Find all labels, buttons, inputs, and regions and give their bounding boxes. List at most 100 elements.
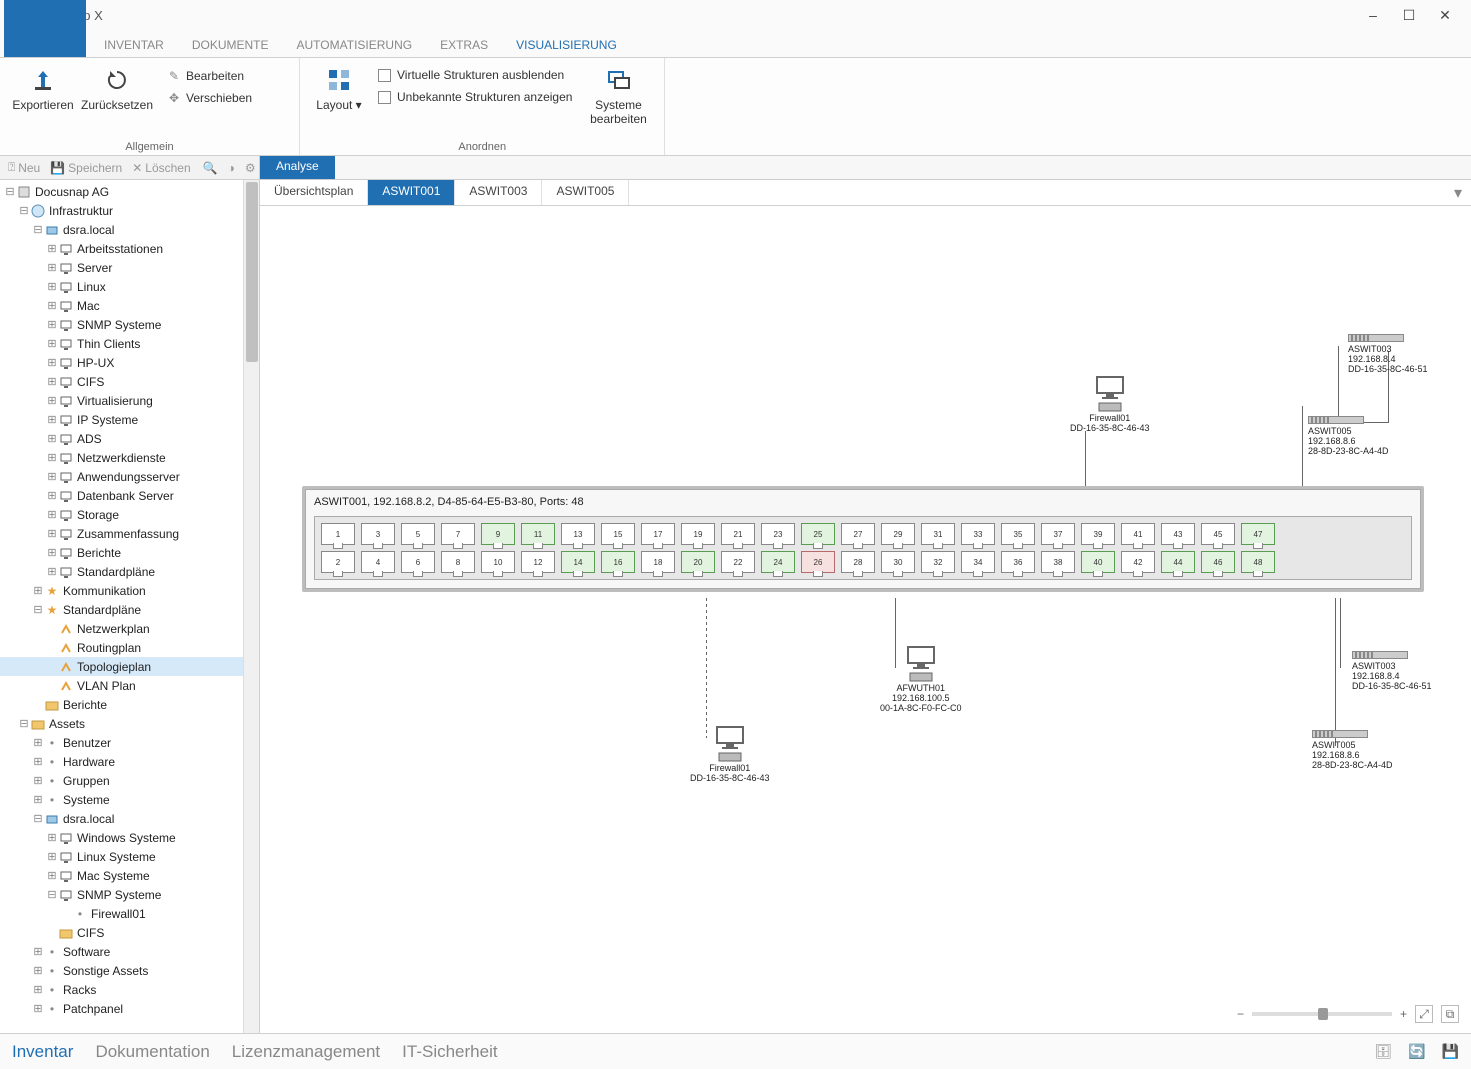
switch-port[interactable]: 41 [1121,523,1155,545]
tree-node[interactable]: ⊞Linux [0,277,259,296]
zoom-actual-button[interactable]: ⧉ [1441,1005,1459,1023]
switch-port[interactable]: 29 [881,523,915,545]
ribbon-tab-automat[interactable]: AUTOMATISIERUNG [283,33,427,57]
tab-analyse[interactable]: Analyse [260,156,335,179]
device-firewall-bottom[interactable]: Firewall01 DD-16-35-8C-46-43 [690,726,770,783]
tree-twist-icon[interactable]: ⊟ [4,185,16,198]
tree-twist-icon[interactable]: ⊞ [46,356,58,369]
switch-port[interactable]: 6 [401,551,435,573]
tree-node[interactable]: ⊟Docusnap AG [0,182,259,201]
switch-port[interactable]: 23 [761,523,795,545]
tree-node[interactable]: ⊟★Standardpläne [0,600,259,619]
switch-port[interactable]: 34 [961,551,995,573]
switch-port[interactable]: 5 [401,523,435,545]
tray-save-icon[interactable]: 💾 [1442,1043,1459,1060]
ribbon-tab-inventar[interactable]: INVENTAR [90,33,178,57]
tree-twist-icon[interactable]: ⊞ [46,850,58,863]
switch-port[interactable]: 3 [361,523,395,545]
tree-node[interactable]: ⊞ADS [0,429,259,448]
tree-node[interactable]: ⊞•Hardware [0,752,259,771]
tree-node[interactable]: ⊞Mac Systeme [0,866,259,885]
switch-port[interactable]: 17 [641,523,675,545]
switch-port[interactable]: 10 [481,551,515,573]
tree-node[interactable]: ⊞•Software [0,942,259,961]
tree-node[interactable]: ⊞IP Systeme [0,410,259,429]
tree-node[interactable]: ⊞Windows Systeme [0,828,259,847]
switch-port[interactable]: 22 [721,551,755,573]
tree-node[interactable]: ⊞Thin Clients [0,334,259,353]
window-maximize-button[interactable]: ☐ [1391,1,1427,29]
switch-port[interactable]: 48 [1241,551,1275,573]
switch-port[interactable]: 33 [961,523,995,545]
tree-node[interactable]: ⊞Server [0,258,259,277]
switch-port[interactable]: 47 [1241,523,1275,545]
switch-port[interactable]: 45 [1201,523,1235,545]
switch-port[interactable]: 42 [1121,551,1155,573]
device-aswit005-bottom[interactable]: ASWIT005 192.168.8.6 28-8D-23-8C-A4-4D [1312,730,1393,770]
switch-port[interactable]: 43 [1161,523,1195,545]
switch-port[interactable]: 37 [1041,523,1075,545]
device-afwuth01[interactable]: AFWUTH01 192.168.100.5 00-1A-8C-F0-FC-C0 [880,646,962,713]
window-minimize-button[interactable]: – [1355,1,1391,29]
tab-aswit003[interactable]: ASWIT003 [455,180,542,205]
tree-node[interactable]: ⊞Mac [0,296,259,315]
tray-db-icon[interactable]: 🗄 [1374,1043,1392,1060]
diagram-canvas[interactable]: Firewall01 DD-16-35-8C-46-43 ASWIT003 19… [260,206,1471,1033]
tree-node[interactable]: ⊞Datenbank Server [0,486,259,505]
tree-twist-icon[interactable]: ⊞ [46,869,58,882]
zoom-knob[interactable] [1318,1008,1328,1020]
switch-port[interactable]: 28 [841,551,875,573]
tree-twist-icon[interactable]: ⊞ [46,375,58,388]
tree-node[interactable]: ⊞•Gruppen [0,771,259,790]
switch-port[interactable]: 13 [561,523,595,545]
tree-node[interactable]: VLAN Plan [0,676,259,695]
tree-node[interactable]: ⊞Netzwerkdienste [0,448,259,467]
tab-aswit005[interactable]: ASWIT005 [542,180,629,205]
tree-twist-icon[interactable]: ⊞ [46,261,58,274]
zoom-in-button[interactable]: + [1400,1007,1407,1021]
tree-node[interactable]: ⊟dsra.local [0,220,259,239]
tree-twist-icon[interactable]: ⊞ [46,432,58,445]
switch-port[interactable]: 32 [921,551,955,573]
switch-port[interactable]: 9 [481,523,515,545]
switch-port[interactable]: 12 [521,551,555,573]
ribbon-tab-extras[interactable]: EXTRAS [426,33,502,57]
window-close-button[interactable]: ✕ [1427,1,1463,29]
tree-node[interactable]: ⊞•Sonstige Assets [0,961,259,980]
ribbon-tab-visual[interactable]: VISUALISIERUNG [502,33,631,57]
tree-twist-icon[interactable]: ⊞ [46,242,58,255]
tree-twist-icon[interactable]: ⊞ [32,964,44,977]
switch-port[interactable]: 38 [1041,551,1075,573]
device-firewall-top[interactable]: Firewall01 DD-16-35-8C-46-43 [1070,376,1150,433]
device-aswit005-top[interactable]: ASWIT005 192.168.8.6 28-8D-23-8C-A4-4D [1308,416,1389,456]
tree-node[interactable]: ⊞•Benutzer [0,733,259,752]
tree-twist-icon[interactable]: ⊟ [18,717,30,730]
switch-port[interactable]: 8 [441,551,475,573]
tree-twist-icon[interactable]: ⊟ [32,223,44,236]
zoom-fit-button[interactable]: ⤢ [1415,1005,1433,1023]
status-itsec[interactable]: IT-Sicherheit [402,1042,497,1062]
switch-port[interactable]: 15 [601,523,635,545]
tree-node[interactable]: ⊞Storage [0,505,259,524]
device-aswit003-top[interactable]: ASWIT003 192.168.8.4 DD-16-35-8C-46-51 [1348,334,1428,374]
switch-port[interactable]: 11 [521,523,555,545]
tree-node[interactable]: Topologieplan [0,657,259,676]
tree-node[interactable]: ⊞Standardpläne [0,562,259,581]
ribbon-tab-main[interactable]: Docusnap [4,0,86,57]
switch-port[interactable]: 16 [601,551,635,573]
move-button[interactable]: ✥ Verschieben [162,88,256,108]
tree-twist-icon[interactable]: ⊟ [46,888,58,901]
switch-port[interactable]: 36 [1001,551,1035,573]
switch-panel[interactable]: ASWIT001, 192.168.8.2, D4-85-64-E5-B3-80… [302,486,1424,592]
tree-scrollbar[interactable] [243,180,259,1033]
switch-port[interactable]: 19 [681,523,715,545]
tree-node[interactable]: ⊞CIFS [0,372,259,391]
tree-node[interactable]: ⊞★Kommunikation [0,581,259,600]
tree-twist-icon[interactable]: ⊞ [46,280,58,293]
edit-systems-button[interactable]: Systeme bearbeiten [580,62,656,126]
tab-aswit001[interactable]: ASWIT001 [368,180,455,205]
switch-port[interactable]: 24 [761,551,795,573]
tree-twist-icon[interactable]: ⊞ [46,489,58,502]
switch-port[interactable]: 14 [561,551,595,573]
tree-twist-icon[interactable]: ⊞ [32,945,44,958]
